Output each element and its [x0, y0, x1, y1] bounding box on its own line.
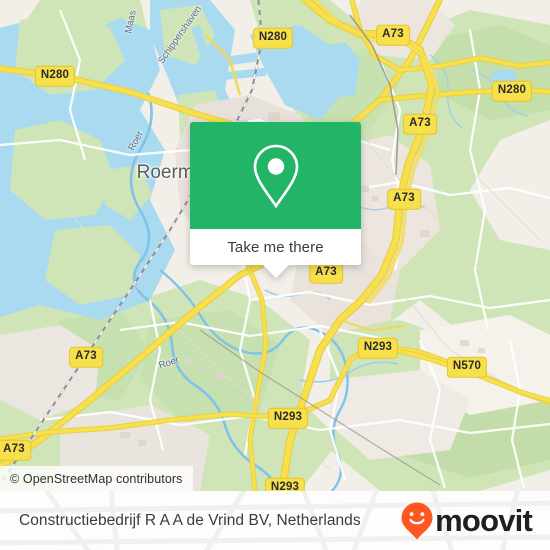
popup-tail-pointer	[261, 264, 290, 278]
road-shield-n293-bottom: N293	[264, 477, 306, 491]
road-shield-n293-center: N293	[357, 337, 399, 359]
popup-header	[190, 122, 361, 229]
road-shield-n280-east: N280	[491, 80, 533, 102]
road-shield-n280-west: N280	[34, 65, 76, 87]
osm-attribution[interactable]: © OpenStreetMap contributors	[0, 466, 193, 491]
road-shield-n570: N570	[446, 356, 488, 378]
moovit-map-screenshot: Maas Schippershaven Roer Roer Roermond N…	[0, 0, 550, 550]
road-shield-a73-north: A73	[376, 24, 410, 46]
road-shield-n280-north: N280	[252, 27, 294, 49]
popup-action-bar[interactable]: Take me there	[190, 229, 361, 278]
road-shield-a73-southwest: A73	[69, 346, 103, 368]
footer-bar: Constructiebedrijf R A A de Vrind BV, Ne…	[0, 491, 550, 550]
road-shield-a73-corner: A73	[0, 439, 31, 461]
map-pin-icon	[253, 144, 298, 208]
road-shield-a73-center: A73	[309, 262, 343, 284]
take-me-there-label: Take me there	[227, 238, 324, 256]
road-shield-a73-upper: A73	[403, 113, 437, 135]
moovit-pin-smiley-icon	[401, 502, 433, 539]
map-canvas[interactable]: Maas Schippershaven Roer Roer Roermond N…	[0, 0, 550, 491]
road-shield-a73-mid: A73	[387, 188, 421, 210]
place-title: Constructiebedrijf R A A de Vrind BV, Ne…	[19, 511, 361, 529]
road-shield-n293-south: N293	[267, 407, 309, 429]
moovit-brand[interactable]: moovit	[400, 501, 533, 541]
moovit-wordmark: moovit	[435, 503, 533, 538]
location-popup[interactable]: Take me there	[190, 122, 361, 278]
footer-content: Constructiebedrijf R A A de Vrind BV, Ne…	[0, 491, 550, 550]
